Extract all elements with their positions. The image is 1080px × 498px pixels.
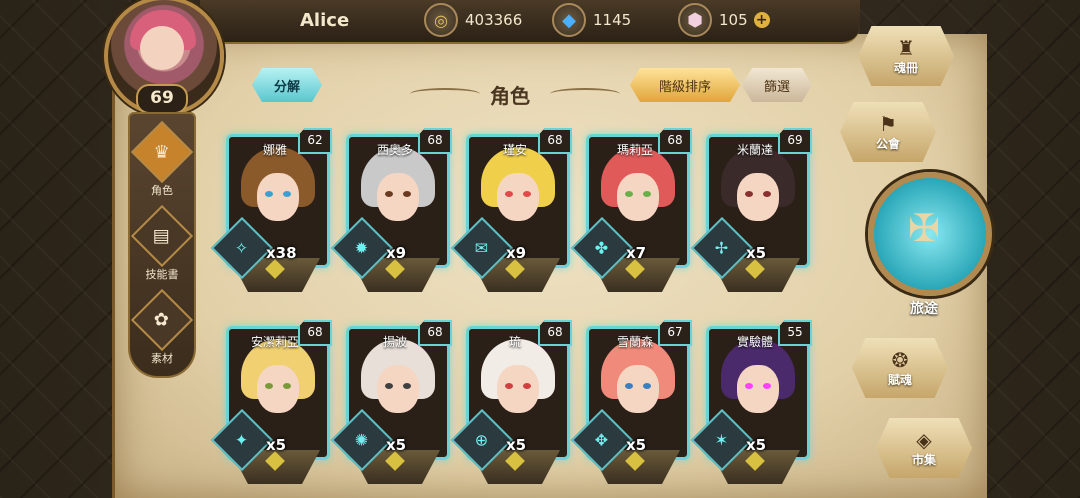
book-icon: ▤ <box>130 204 194 268</box>
decompose-button[interactable]: 分解 <box>252 68 322 102</box>
left-nav: ♛ 角色 ▤ 技能書 ✿ 素材 <box>128 112 196 378</box>
nav-label: 角色 <box>151 184 173 197</box>
market-icon: ◈ <box>916 427 932 452</box>
character-card[interactable]: 琉 68 ⊕ x5 <box>450 320 572 486</box>
character-card[interactable]: 西奧多 68 ✹ x9 <box>330 128 452 294</box>
ornament-right <box>550 88 620 100</box>
crystal-currency: ◆ 1145 <box>552 3 632 37</box>
guild-icon: ⚑ <box>879 111 897 136</box>
nav-item-characters[interactable]: ♛ 角色 <box>130 120 194 198</box>
character-level: 67 <box>658 320 692 346</box>
shard-count: x5 <box>626 436 647 454</box>
character-level: 68 <box>538 128 572 154</box>
character-card[interactable]: 米蘭達 69 ✢ x5 <box>690 128 812 294</box>
crystal-icon: ◆ <box>552 3 586 37</box>
nav-label: 技能書 <box>145 268 179 281</box>
ornament-left <box>410 88 480 100</box>
market-button[interactable]: ◈ 市集 <box>876 418 972 478</box>
nav-label: 素材 <box>151 352 173 365</box>
player-level: 69 <box>136 84 188 114</box>
character-level: 69 <box>778 128 812 154</box>
character-level: 68 <box>418 320 452 346</box>
character-level: 68 <box>418 128 452 154</box>
shard-count: x9 <box>506 244 527 262</box>
shard-count: x5 <box>746 244 767 262</box>
soul-book-icon: ♜ <box>897 35 915 60</box>
shard-count: x5 <box>386 436 407 454</box>
character-card[interactable]: 雪蘭森 67 ✥ x5 <box>570 320 692 486</box>
character-level: 68 <box>538 320 572 346</box>
character-level: 62 <box>298 128 332 154</box>
nav-item-skill-books[interactable]: ▤ 技能書 <box>130 204 194 282</box>
gem-currency[interactable]: ⬢ 105 + <box>678 3 770 37</box>
page-title: 角色 <box>490 84 530 108</box>
journey-emblem-icon: ✠ <box>908 206 940 250</box>
character-level: 55 <box>778 320 812 346</box>
character-card[interactable]: 瑪莉亞 68 ✤ x7 <box>570 128 692 294</box>
helmet-icon: ♛ <box>130 120 194 184</box>
character-card[interactable]: 安潔莉亞 68 ✦ x5 <box>210 320 332 486</box>
gem-amount: 105 <box>719 11 748 29</box>
soul-gift-button[interactable]: ❂ 賦魂 <box>852 338 948 398</box>
nav-item-materials[interactable]: ✿ 素材 <box>130 288 194 366</box>
soul-book-button[interactable]: ♜ 魂冊 <box>858 26 954 86</box>
shard-count: x38 <box>266 244 297 262</box>
shard-count: x5 <box>746 436 767 454</box>
material-icon: ✿ <box>130 288 194 352</box>
coin-icon: ◎ <box>424 3 458 37</box>
character-card[interactable]: 瑾安 68 ✉ x9 <box>450 128 572 294</box>
shard-count: x9 <box>386 244 407 262</box>
player-name: Alice <box>300 10 350 31</box>
character-level: 68 <box>658 128 692 154</box>
gold-currency: ◎ 403366 <box>424 3 523 37</box>
filter-button[interactable]: 篩選 <box>742 68 812 102</box>
journey-button[interactable]: ✠ 旅途 <box>866 162 992 322</box>
plus-icon[interactable]: + <box>753 12 770 28</box>
character-level: 68 <box>298 320 332 346</box>
shard-count: x7 <box>626 244 647 262</box>
shard-count: x5 <box>506 436 527 454</box>
soul-gift-icon: ❂ <box>891 347 909 372</box>
guild-button[interactable]: ⚑ 公會 <box>840 102 936 162</box>
sort-button[interactable]: 階級排序 <box>630 68 740 102</box>
crystal-amount: 1145 <box>593 11 632 29</box>
character-card[interactable]: 實驗體 55 ✶ x5 <box>690 320 812 486</box>
gold-amount: 403366 <box>465 11 523 29</box>
character-card[interactable]: 娜雅 62 ✧ x38 <box>210 128 332 294</box>
character-card[interactable]: 揚波 68 ✺ x5 <box>330 320 452 486</box>
shard-count: x5 <box>266 436 287 454</box>
gem-icon: ⬢ <box>678 3 712 37</box>
